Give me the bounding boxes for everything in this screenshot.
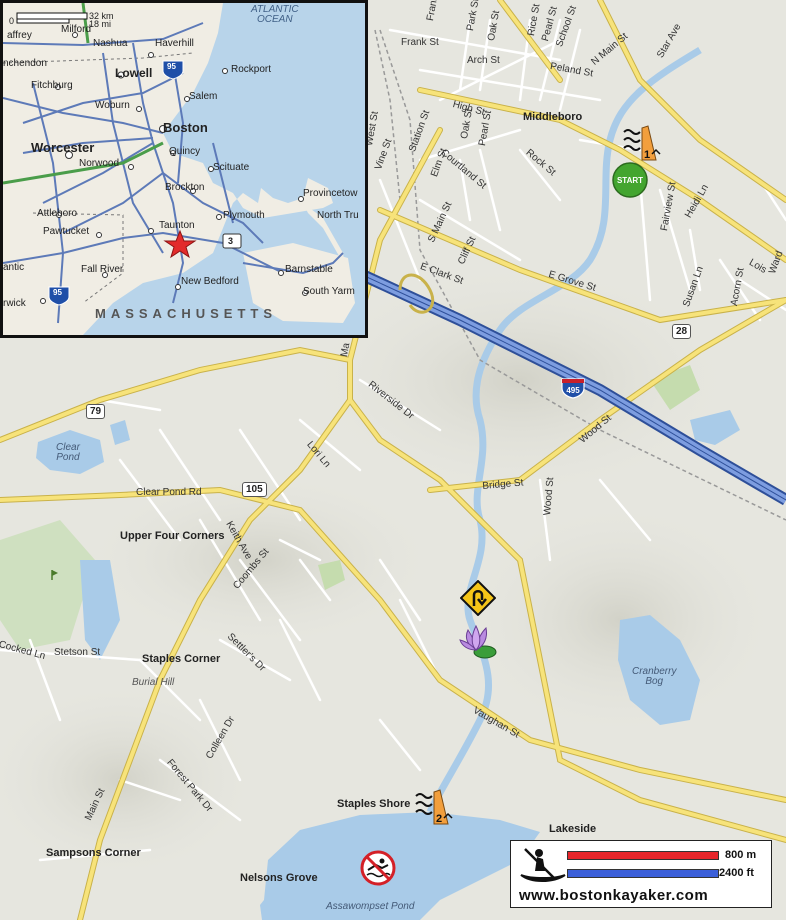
inset-city-label: New Bedford	[181, 276, 239, 287]
scale-legend: 800 m 2400 ft www.bostonkayaker.com	[510, 840, 772, 908]
inset-city-label: Quincy	[169, 146, 201, 157]
town-label-lakeside: Lakeside	[549, 823, 597, 835]
svg-text:START: START	[617, 176, 643, 185]
wave-icon	[623, 129, 641, 151]
inset-city-label: Milford	[61, 24, 92, 35]
inset-city-label: Nashua	[93, 38, 128, 49]
metric-scale-bar	[567, 851, 719, 860]
inset-scale-mi: 18 mi	[89, 19, 112, 29]
route-shield-28: 28	[672, 324, 692, 339]
water-label-assawompset-pond: Assawompset Pond	[326, 901, 415, 912]
inset-city-label: Haverhill	[155, 38, 194, 49]
town-label-staples-shore: Staples Shore	[337, 798, 411, 810]
svg-text:2: 2	[436, 813, 442, 825]
street-label: Frank St	[401, 37, 439, 48]
inset-city-label: South Yarm	[303, 286, 355, 297]
imperial-scale-label: 2400 ft	[719, 867, 754, 879]
inset-city-label: nchendon	[3, 58, 47, 69]
town-label-middleboro: Middleboro	[523, 111, 583, 123]
feature-label-burial-hill: Burial Hill	[132, 677, 175, 688]
inset-city-label: Worcester	[31, 140, 95, 155]
inset-city-label: Woburn	[95, 100, 130, 111]
waypoint-2-marker[interactable]: 2	[414, 788, 454, 826]
inset-city-label: Provincetow	[303, 188, 358, 199]
inset-shield-3: 3	[228, 236, 234, 246]
inset-state-label: MASSACHUSETTS	[95, 306, 278, 321]
inset-shield-95-south: 95	[53, 288, 62, 297]
inset-city-label: Plymouth	[223, 210, 265, 221]
website-url[interactable]: www.bostonkayaker.com	[519, 887, 708, 904]
town-label-nelsons-grove: Nelsons Grove	[240, 872, 318, 884]
inset-city-label: Pawtucket	[43, 226, 90, 237]
inset-city-label: Boston	[163, 120, 208, 135]
inset-city-label: Fall River	[81, 264, 124, 275]
no-swimming-sign-icon[interactable]	[360, 850, 396, 886]
inset-city-label: Fitchburg	[31, 80, 73, 91]
wave-icon	[415, 793, 433, 815]
inset-map[interactable]: 32 km 18 mi 0 ATLANTIC OCEAN MASSACHUSET…	[0, 0, 368, 338]
inset-scale-zero: 0	[9, 16, 15, 26]
inset-city-label: Brockton	[165, 182, 205, 193]
inset-city-label: Barnstable	[285, 264, 333, 275]
inset-city-label: antic	[3, 262, 25, 273]
u-turn-sign-icon[interactable]	[460, 580, 496, 616]
street-label: Clear Pond Rd	[136, 487, 202, 498]
route-shield-105: 105	[242, 482, 267, 497]
water-label-clear-pond: Clear Pond	[56, 442, 80, 463]
inset-city-label: Scituate	[213, 162, 250, 173]
start-marker[interactable]: START	[612, 162, 648, 198]
inset-city-label: Rockport	[231, 64, 272, 75]
inset-city-label: North Tru	[317, 210, 359, 221]
street-label: Arch St	[467, 55, 500, 66]
inset-ocean-label: ATLANTIC OCEAN	[251, 4, 299, 25]
inset-city-label: affrey	[7, 30, 32, 41]
town-label-upper-four-corners: Upper Four Corners	[120, 530, 225, 542]
inset-city-label: Salem	[189, 91, 218, 102]
inset-shield-95: 95	[167, 62, 176, 71]
svg-text:1: 1	[644, 149, 650, 161]
town-label-staples-corner: Staples Corner	[142, 653, 221, 665]
route-shield-79: 79	[86, 404, 106, 419]
inset-city-label: Lowell	[115, 66, 153, 80]
metric-scale-label: 800 m	[725, 849, 757, 861]
interstate-shield-495: 495	[560, 377, 586, 399]
street-label: Stetson St	[54, 647, 101, 658]
waypoint-1-marker[interactable]: 1	[622, 124, 662, 162]
imperial-scale-bar	[567, 869, 719, 878]
inset-city-label: Attleboro	[37, 208, 78, 219]
water-label-cranberry-bog: Cranberry Bog	[632, 666, 677, 687]
map-canvas[interactable]: Middleboro Upper Four Corners Staples Co…	[0, 0, 786, 920]
town-label-sampsons-corner: Sampsons Corner	[46, 847, 141, 859]
inset-city-label: Taunton	[159, 220, 195, 231]
inset-city-label: Norwood	[79, 158, 120, 169]
inset-city-label: rwick	[3, 298, 26, 309]
kayaker-icon	[520, 848, 566, 882]
water-lily-icon[interactable]	[458, 624, 498, 660]
svg-text:495: 495	[566, 386, 580, 395]
